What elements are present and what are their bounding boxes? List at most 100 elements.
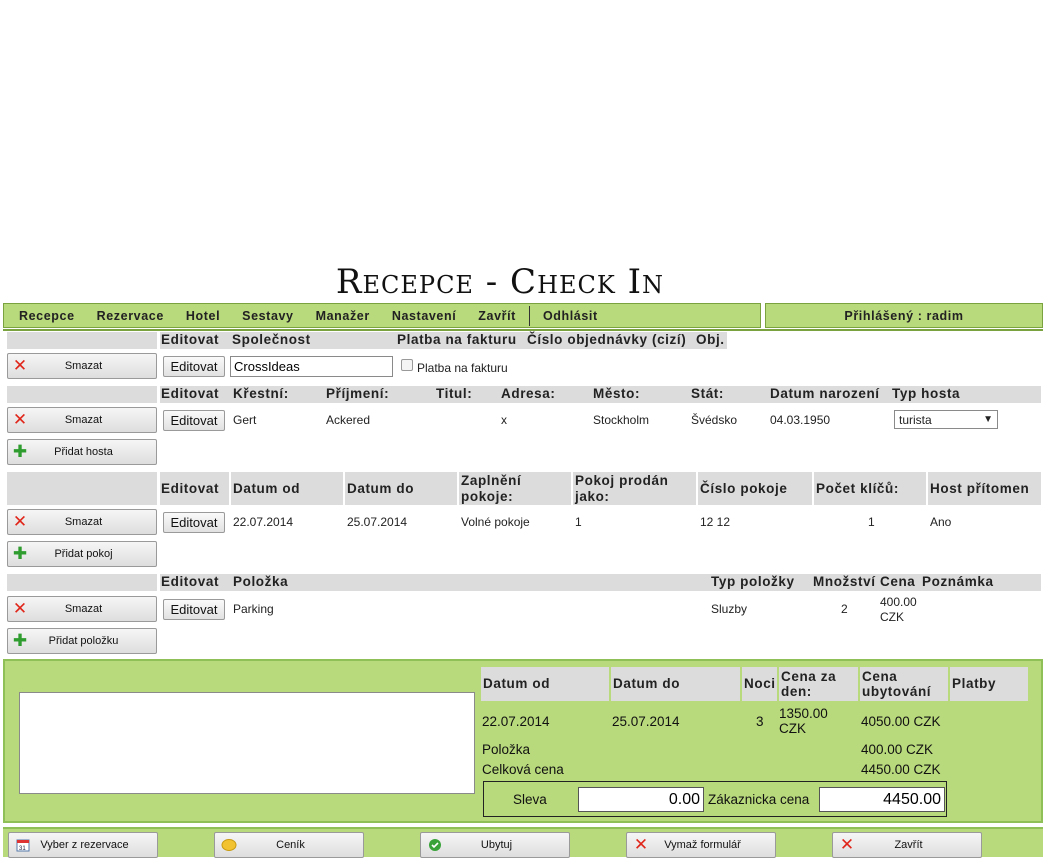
summary-col-nights: Noci	[742, 667, 777, 701]
divider	[3, 329, 1043, 331]
menu-item-manazer[interactable]: Manažer	[305, 309, 381, 323]
menu-divider	[528, 305, 530, 326]
rooms-col-occupancy: Zaplnění pokoje:	[461, 473, 522, 504]
room-number: 12 12	[700, 515, 731, 529]
calendar-icon: 31	[12, 838, 34, 852]
price-list-button[interactable]: Ceník	[214, 832, 364, 858]
header-spacer	[7, 332, 157, 349]
invoice-checkbox-label: Platba na fakturu	[417, 361, 508, 375]
delete-item-button[interactable]: ✕ Smazat	[7, 596, 157, 622]
summary-date-from: 22.07.2014	[482, 714, 550, 729]
add-item-button[interactable]: ✚ Přidat položku	[7, 628, 157, 654]
plus-icon: ✚	[12, 441, 28, 462]
company-col-invoice: Platba na fakturu	[397, 332, 517, 347]
summary-panel: Datum od Datum do Noci Cena za den: Cena…	[3, 659, 1043, 823]
guest-type-value: turista	[899, 412, 932, 427]
add-room-button[interactable]: ✚ Přidat pokoj	[7, 541, 157, 567]
summary-nights: 3	[756, 714, 764, 729]
rooms-col-keys: Počet klíčů:	[816, 481, 899, 496]
close-icon: ✕	[12, 598, 28, 619]
menu-item-nastaveni[interactable]: Nastavení	[381, 309, 467, 323]
summary-col-payments: Platby	[950, 667, 1028, 701]
summary-item-value: 400.00 CZK	[861, 742, 934, 757]
plus-icon: ✚	[12, 543, 28, 564]
page-title: Recepce - Check In	[335, 262, 665, 302]
header-spacer	[7, 574, 157, 591]
menu-item-zavrit[interactable]: Zavřít	[467, 309, 527, 323]
clear-form-button[interactable]: ✕ Vymaž formulář	[626, 832, 776, 858]
summary-lodging-price: 4050.00 CZK	[861, 714, 941, 729]
coins-icon	[218, 838, 240, 852]
company-name-input[interactable]	[230, 356, 393, 377]
notes-textarea[interactable]	[19, 692, 475, 794]
check-in-button[interactable]: Ubytuj	[420, 832, 570, 858]
menu-item-rezervace[interactable]: Rezervace	[86, 309, 175, 323]
guest-last-name: Ackered	[326, 413, 371, 427]
menu-item-logout[interactable]: Odhlásit	[532, 309, 609, 323]
delete-guest-button[interactable]: ✕ Smazat	[7, 407, 157, 433]
guests-col-type: Typ hosta	[892, 386, 961, 401]
company-col-edit: Editovat	[161, 332, 220, 347]
item-name: Parking	[233, 602, 274, 616]
room-occupancy: Volné pokoje	[461, 515, 530, 529]
select-from-reservation-button[interactable]: 31 Vyber z rezervace	[8, 832, 158, 858]
rooms-col-present: Host přítomen	[930, 481, 1030, 496]
close-icon: ✕	[839, 834, 855, 855]
close-icon: ✕	[12, 355, 28, 376]
summary-col-lodging: Cena ubytování	[860, 667, 948, 701]
close-button[interactable]: ✕ Zavřít	[832, 832, 982, 858]
close-icon: ✕	[12, 511, 28, 532]
discount-box: Sleva Zákaznicka cena	[483, 781, 947, 817]
discount-input[interactable]	[578, 787, 704, 812]
check-circle-icon	[424, 838, 446, 852]
items-col-type: Typ položky	[711, 574, 795, 589]
rooms-col-edit: Editovat	[161, 481, 220, 496]
items-col-name: Položka	[233, 574, 289, 589]
rooms-col-sold-as: Pokoj prodán jako:	[575, 473, 669, 504]
guest-city: Stockholm	[593, 413, 650, 427]
edit-company-button[interactable]: Editovat	[163, 356, 225, 377]
customer-price-label: Zákaznicka cena	[708, 792, 810, 807]
rooms-col-room-no: Číslo pokoje	[700, 481, 788, 496]
room-sold-as: 1	[575, 515, 582, 529]
summary-total-label: Celková cena	[482, 762, 564, 777]
summary-date-to: 25.07.2014	[612, 714, 680, 729]
guest-country: Švédsko	[691, 413, 738, 427]
item-quantity: 2	[841, 602, 848, 616]
room-date-from: 22.07.2014	[233, 515, 294, 529]
menu-item-sestavy[interactable]: Sestavy	[231, 309, 304, 323]
guest-type-select[interactable]: turista ▼	[894, 410, 998, 429]
guests-col-first: Křestní:	[233, 386, 289, 401]
svg-text:31: 31	[19, 846, 26, 852]
guest-birth-date: 04.03.1950	[770, 413, 831, 427]
delete-room-button[interactable]: ✕ Smazat	[7, 509, 157, 535]
guests-col-country: Stát:	[691, 386, 724, 401]
edit-guest-button[interactable]: Editovat	[163, 410, 225, 431]
room-keys: 1	[868, 515, 875, 529]
menu-item-hotel[interactable]: Hotel	[175, 309, 231, 323]
delete-company-button[interactable]: ✕ Smazat	[7, 353, 157, 379]
guests-col-title: Titul:	[436, 386, 473, 401]
add-guest-button[interactable]: ✚ Přidat hosta	[7, 439, 157, 465]
room-guest-present: Ano	[930, 515, 952, 529]
edit-item-button[interactable]: Editovat	[163, 599, 225, 620]
customer-price-input[interactable]	[819, 787, 945, 812]
close-icon: ✕	[12, 409, 28, 430]
logged-in-user: Přihlášený : radim	[765, 303, 1043, 328]
guests-col-address: Adresa:	[501, 386, 556, 401]
guest-first-name: Gert	[233, 413, 257, 427]
guests-col-last: Příjmení:	[326, 386, 390, 401]
summary-col-per-day: Cena za den:	[779, 667, 858, 701]
discount-label: Sleva	[513, 792, 547, 807]
company-col-obj: Obj.	[696, 332, 725, 347]
item-price: 400.00 CZK	[880, 595, 917, 624]
invoice-checkbox[interactable]	[401, 359, 413, 371]
guests-col-birth: Datum narození	[770, 386, 880, 401]
items-col-edit: Editovat	[161, 574, 220, 589]
main-menu: Recepce Rezervace Hotel Sestavy Manažer …	[3, 303, 761, 328]
summary-price-per-day: 1350.00 CZK	[779, 706, 828, 736]
menu-item-recepce[interactable]: Recepce	[8, 309, 86, 323]
edit-room-button[interactable]: Editovat	[163, 512, 225, 533]
rooms-col-to: Datum do	[347, 481, 415, 496]
action-bar: 31 Vyber z rezervace Ceník Ubytuj ✕ Vyma…	[3, 827, 1043, 858]
